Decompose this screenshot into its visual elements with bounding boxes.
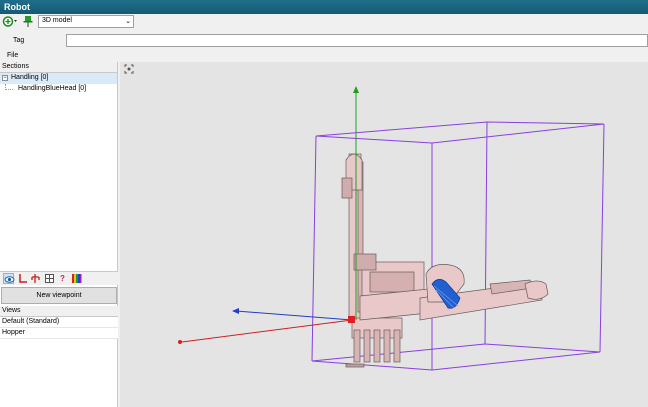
views-header: Views	[0, 306, 118, 317]
eye-icon[interactable]	[3, 273, 15, 284]
robot-glyph	[31, 274, 40, 283]
frame-icon[interactable]	[44, 273, 55, 284]
tree-connector	[5, 84, 13, 90]
toolbar: 3D model ⌄	[0, 14, 648, 30]
colors-icon[interactable]	[71, 273, 82, 284]
eye-glyph	[4, 276, 15, 283]
window-title: Robot	[0, 0, 648, 14]
collapse-icon[interactable]: −	[2, 75, 8, 81]
tag-label: Tag	[13, 37, 25, 44]
view-mode-value: 3D model	[42, 17, 72, 24]
tag-input[interactable]	[66, 34, 648, 47]
view-toolbar: ?	[0, 271, 118, 285]
tree-item-handling[interactable]: − Handling [0]	[0, 73, 117, 84]
chevron-down-icon: ⌄	[125, 18, 131, 25]
tree-item-label: HandlingBlueHead [0]	[18, 85, 87, 92]
frame-glyph	[45, 274, 54, 283]
axes-icon[interactable]	[17, 273, 28, 284]
new-viewpoint-button[interactable]: New viewpoint	[1, 287, 117, 304]
left-pane: Sections − Handling [0] HandlingBlueHead…	[0, 62, 118, 407]
view-item-default[interactable]: Default (Standard)	[0, 317, 118, 328]
colors-glyph	[72, 274, 82, 283]
pin-button[interactable]	[22, 15, 34, 28]
circle-plus-icon	[2, 16, 17, 27]
help-icon[interactable]: ?	[57, 273, 68, 284]
add-button[interactable]	[2, 15, 18, 28]
sections-header: Sections	[0, 62, 117, 73]
robot-model	[341, 153, 549, 368]
view-item-hopper[interactable]: Hopper	[0, 328, 118, 339]
robot-icon[interactable]	[30, 273, 41, 284]
scene	[178, 86, 605, 371]
tree-item-handlingbluehead[interactable]: HandlingBlueHead [0]	[0, 84, 117, 95]
coordinate-axes	[178, 86, 359, 344]
axes-glyph	[19, 274, 27, 283]
pin-icon	[23, 16, 33, 27]
3d-viewport[interactable]	[120, 62, 648, 407]
tree-item-label: Handling [0]	[11, 74, 49, 81]
view-mode-select[interactable]: 3D model ⌄	[38, 15, 134, 28]
file-label: File	[7, 52, 19, 59]
